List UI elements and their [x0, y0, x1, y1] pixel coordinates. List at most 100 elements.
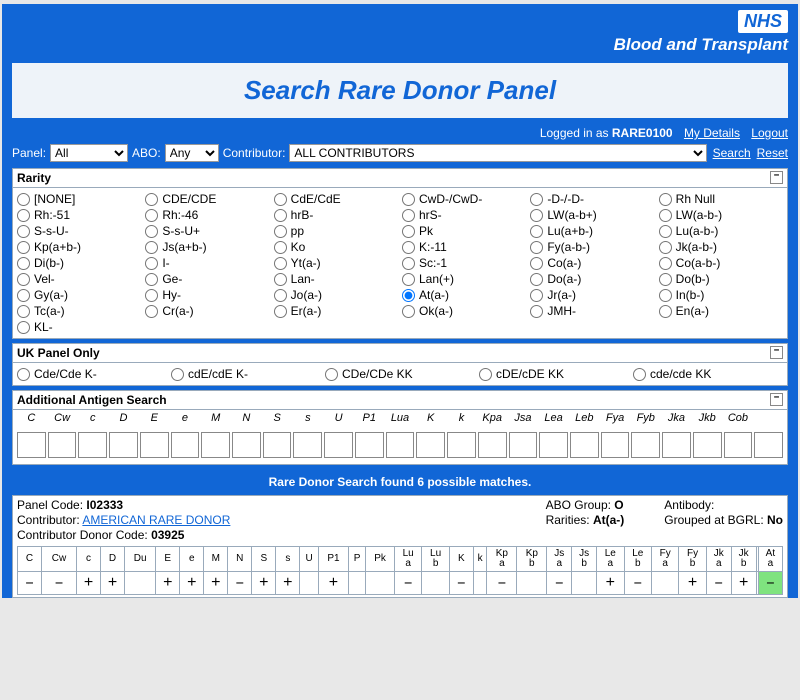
- antigen-input[interactable]: [662, 432, 691, 458]
- rarity-option[interactable]: Pk: [402, 224, 526, 238]
- rarity-option[interactable]: KL-: [17, 320, 141, 334]
- rarity-option[interactable]: Vel-: [17, 272, 141, 286]
- antigen-input[interactable]: [355, 432, 384, 458]
- rarity-option[interactable]: S-s-U+: [145, 224, 269, 238]
- antigen-input[interactable]: [447, 432, 476, 458]
- antigen-input[interactable]: [724, 432, 753, 458]
- rarity-option[interactable]: Jk(a-b-): [659, 240, 783, 254]
- antigen-input[interactable]: [693, 432, 722, 458]
- contributor-link[interactable]: AMERICAN RARE DONOR: [82, 513, 230, 527]
- rarity-option[interactable]: Lu(a-b-): [659, 224, 783, 238]
- contributor-select[interactable]: ALL CONTRIBUTORS: [289, 144, 706, 162]
- antigen-input[interactable]: [140, 432, 169, 458]
- rarity-option[interactable]: Gy(a-): [17, 288, 141, 302]
- antigen-col-label: D: [109, 412, 138, 424]
- rarity-option[interactable]: Rh:-51: [17, 208, 141, 222]
- rarity-option[interactable]: In(b-): [659, 288, 783, 302]
- rarity-option[interactable]: Fy(a-b-): [530, 240, 654, 254]
- antigen-input[interactable]: [416, 432, 445, 458]
- grouped-label: Grouped at BGRL:: [664, 513, 767, 527]
- panel-select[interactable]: All: [50, 144, 128, 162]
- rarity-option[interactable]: LW(a-b+): [530, 208, 654, 222]
- rarity-option[interactable]: Lan-: [274, 272, 398, 286]
- rarity-option[interactable]: Lan(+): [402, 272, 526, 286]
- rarity-option[interactable]: pp: [274, 224, 398, 238]
- rarity-option[interactable]: Lu(a+b-): [530, 224, 654, 238]
- rarity-option[interactable]: Rh Null: [659, 192, 783, 206]
- rarity-option[interactable]: Do(b-): [659, 272, 783, 286]
- antigen-input[interactable]: [754, 432, 783, 458]
- collapse-icon[interactable]: –: [770, 346, 783, 359]
- rarity-option[interactable]: Hy-: [145, 288, 269, 302]
- antigen-input[interactable]: [78, 432, 107, 458]
- results-message: Rare Donor Search found 6 possible match…: [2, 469, 798, 495]
- rarity-option[interactable]: Cr(a-): [145, 304, 269, 318]
- antigen-col-label: c: [78, 412, 107, 424]
- rarity-option[interactable]: I-: [145, 256, 269, 270]
- rarity-option[interactable]: Yt(a-): [274, 256, 398, 270]
- antigen-input[interactable]: [478, 432, 507, 458]
- search-link[interactable]: Search: [713, 146, 751, 160]
- antigen-input[interactable]: [201, 432, 230, 458]
- antigen-input[interactable]: [509, 432, 538, 458]
- collapse-icon[interactable]: –: [770, 393, 783, 406]
- rarity-option[interactable]: K:-11: [402, 240, 526, 254]
- rarity-title: Rarity: [17, 171, 51, 185]
- uk-option[interactable]: cDE/cDE KK: [479, 367, 629, 381]
- rarity-option[interactable]: Co(a-): [530, 256, 654, 270]
- antigen-input[interactable]: [539, 432, 568, 458]
- rarity-option[interactable]: Ok(a-): [402, 304, 526, 318]
- result-cell: [348, 572, 365, 595]
- rarity-option[interactable]: CdE/CdE: [274, 192, 398, 206]
- rarity-option[interactable]: Rh:-46: [145, 208, 269, 222]
- rarity-option[interactable]: Jo(a-): [274, 288, 398, 302]
- rarity-option[interactable]: Di(b-): [17, 256, 141, 270]
- rarity-option[interactable]: Ko: [274, 240, 398, 254]
- rarity-option[interactable]: -D-/-D-: [530, 192, 654, 206]
- rarity-option[interactable]: S-s-U-: [17, 224, 141, 238]
- rarity-option[interactable]: Kp(a+b-): [17, 240, 141, 254]
- rarity-option[interactable]: [NONE]: [17, 192, 141, 206]
- antigen-col-label: E: [140, 412, 169, 424]
- antigen-col-label: Cob: [724, 412, 753, 424]
- rarity-option[interactable]: Co(a-b-): [659, 256, 783, 270]
- uk-option[interactable]: cde/cde KK: [633, 367, 783, 381]
- rarity-option[interactable]: LW(a-b-): [659, 208, 783, 222]
- rarity-option[interactable]: At(a-): [402, 288, 526, 302]
- my-details-link[interactable]: My Details: [684, 126, 740, 140]
- uk-option[interactable]: Cde/Cde K-: [17, 367, 167, 381]
- rarity-option[interactable]: Jr(a-): [530, 288, 654, 302]
- logout-link[interactable]: Logout: [751, 126, 788, 140]
- reset-link[interactable]: Reset: [757, 146, 788, 160]
- antigen-input[interactable]: [17, 432, 46, 458]
- rarity-option[interactable]: hrS-: [402, 208, 526, 222]
- antigen-input[interactable]: [109, 432, 138, 458]
- antigen-input[interactable]: [324, 432, 353, 458]
- rarity-option[interactable]: Do(a-): [530, 272, 654, 286]
- rarity-option[interactable]: Sc:-1: [402, 256, 526, 270]
- antigen-input[interactable]: [601, 432, 630, 458]
- antigen-input[interactable]: [570, 432, 599, 458]
- collapse-icon[interactable]: –: [770, 171, 783, 184]
- rarity-option[interactable]: JMH-: [530, 304, 654, 318]
- uk-option[interactable]: CDe/CDe KK: [325, 367, 475, 381]
- abo-select[interactable]: Any: [165, 144, 219, 162]
- antigen-input[interactable]: [171, 432, 200, 458]
- uk-option[interactable]: cdE/cdE K-: [171, 367, 321, 381]
- antigen-input[interactable]: [263, 432, 292, 458]
- rarity-option[interactable]: Ge-: [145, 272, 269, 286]
- rarity-option[interactable]: Er(a-): [274, 304, 398, 318]
- antigen-input[interactable]: [293, 432, 322, 458]
- rarity-option[interactable]: hrB-: [274, 208, 398, 222]
- result-cell: +: [156, 572, 180, 595]
- antigen-input[interactable]: [232, 432, 261, 458]
- rarity-option[interactable]: CwD-/CwD-: [402, 192, 526, 206]
- rarity-option[interactable]: Js(a+b-): [145, 240, 269, 254]
- rarity-option[interactable]: En(a-): [659, 304, 783, 318]
- antigen-input[interactable]: [631, 432, 660, 458]
- antigen-input[interactable]: [386, 432, 415, 458]
- antigen-input[interactable]: [48, 432, 77, 458]
- abo-group: O: [614, 498, 623, 512]
- rarity-option[interactable]: CDE/CDE: [145, 192, 269, 206]
- rarity-option[interactable]: Tc(a-): [17, 304, 141, 318]
